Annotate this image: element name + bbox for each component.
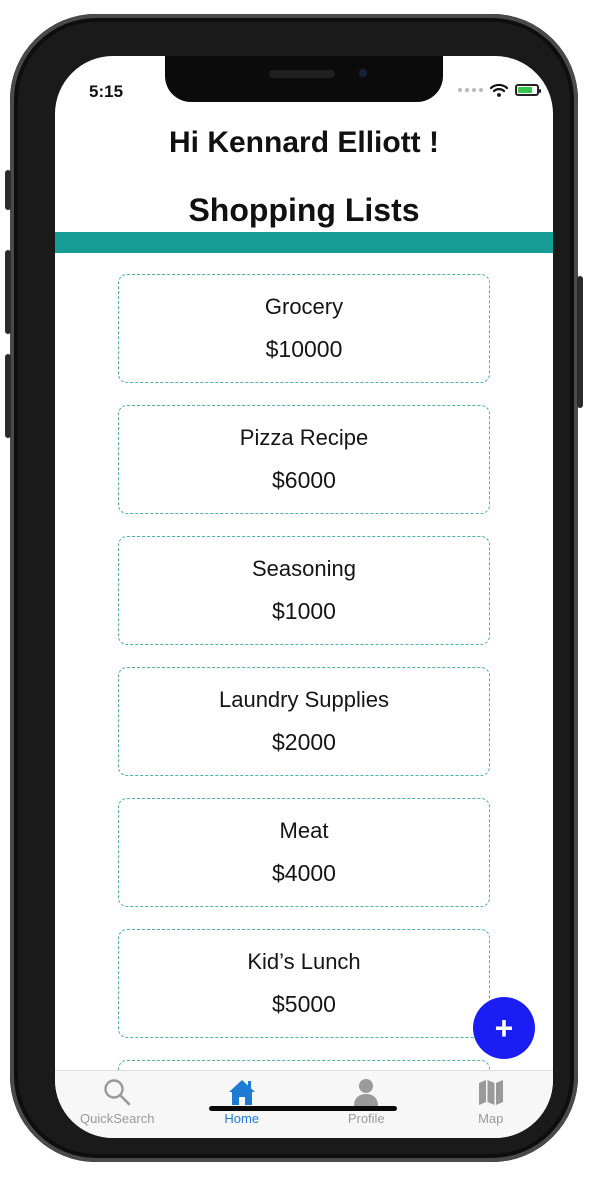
battery-icon [515, 84, 541, 96]
phone-frame: 5:15 Hi Kennard Elliott ! Shopping Lists… [5, 14, 583, 1162]
shopping-list-card[interactable]: Pizza Recipe $6000 [118, 405, 490, 514]
status-time: 5:15 [89, 82, 124, 101]
home-indicator[interactable] [209, 1106, 397, 1111]
shopping-list-container[interactable]: Grocery $10000 Pizza Recipe $6000 Season… [118, 274, 490, 1138]
list-price: $6000 [272, 467, 336, 493]
shopping-list-card[interactable]: Seasoning $1000 [118, 536, 490, 645]
list-name: Kid’s Lunch [247, 949, 361, 974]
map-icon [478, 1080, 503, 1105]
list-name: Meat [279, 818, 329, 843]
status-icons [458, 83, 541, 97]
power-button [577, 276, 583, 408]
list-price: $5000 [272, 991, 336, 1017]
tab-bar: QuickSearch Home Profile Map [55, 1070, 553, 1138]
shopping-list-card[interactable]: Laundry Supplies $2000 [118, 667, 490, 776]
person-icon [354, 1079, 379, 1106]
tab-label: Map [478, 1111, 504, 1126]
list-price: $10000 [265, 336, 343, 362]
front-camera [357, 67, 369, 79]
list-price: $4000 [272, 860, 336, 886]
tab-map[interactable]: Map [429, 1071, 554, 1138]
search-icon [104, 1079, 131, 1106]
list-name: Seasoning [252, 556, 356, 581]
list-name: Pizza Recipe [239, 425, 369, 450]
home-icon [228, 1080, 255, 1105]
add-list-button[interactable]: + [473, 997, 535, 1059]
list-price: $1000 [272, 598, 336, 624]
list-price: $2000 [272, 729, 336, 755]
tab-home[interactable]: Home [180, 1071, 305, 1138]
earpiece-speaker [269, 70, 335, 78]
shopping-list-card[interactable]: Meat $4000 [118, 798, 490, 907]
volume-up-button [5, 250, 11, 334]
tab-label: Profile [347, 1111, 385, 1126]
tab-quicksearch[interactable]: QuickSearch [55, 1071, 180, 1138]
wifi-icon [490, 83, 508, 97]
plus-icon: + [494, 1009, 514, 1046]
shopping-list-card[interactable]: Kid’s Lunch $5000 [118, 929, 490, 1038]
page-title: Shopping Lists [188, 192, 420, 228]
tab-profile[interactable]: Profile [304, 1071, 429, 1138]
greeting-text: Hi Kennard Elliott ! [169, 126, 439, 159]
mute-switch [5, 170, 11, 210]
shopping-list-card[interactable]: Grocery $10000 [118, 274, 490, 383]
signal-icon [458, 88, 483, 92]
list-name: Laundry Supplies [218, 687, 389, 712]
volume-down-button [5, 354, 11, 438]
tab-label: Home [224, 1111, 260, 1126]
screen: 5:15 Hi Kennard Elliott ! Shopping Lists… [55, 56, 553, 1138]
tab-label: QuickSearch [80, 1111, 155, 1126]
header-divider [55, 232, 553, 253]
notch [165, 56, 443, 102]
list-name: Grocery [264, 294, 344, 319]
